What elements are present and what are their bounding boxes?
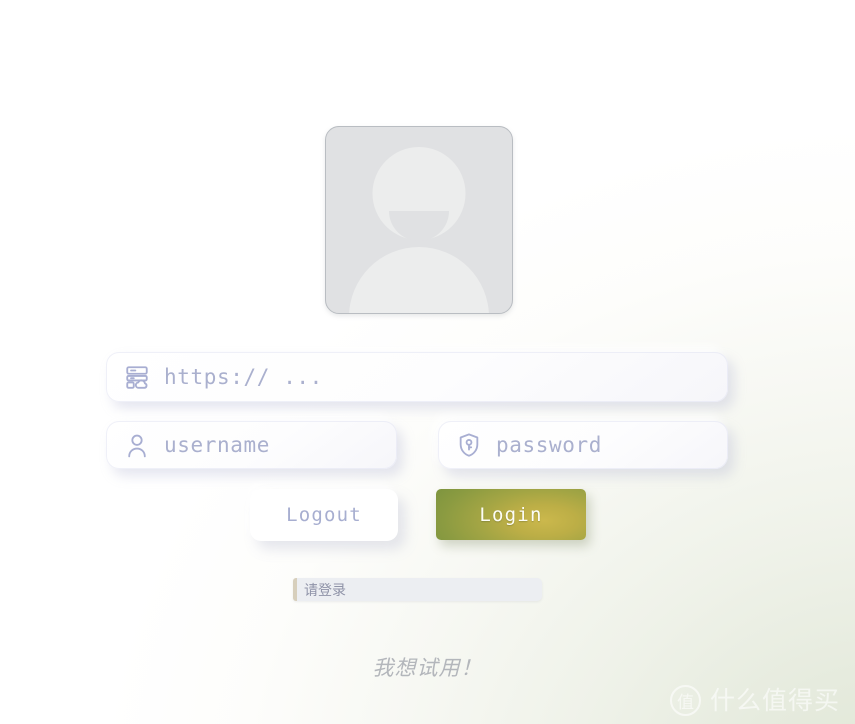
watermark: 值 什么值得买 [669,685,840,716]
avatar-frame [325,126,513,314]
password-value: password [496,433,602,457]
status-message-box: 请登录 [293,578,542,601]
status-message-text: 请登录 [304,582,346,599]
user-icon [128,434,146,458]
watermark-label: 什么值得买 [709,686,840,715]
login-button[interactable]: Login [436,489,586,540]
username-value: username [164,433,270,457]
avatar-body-shape [349,247,489,313]
shield-key-icon [459,433,479,457]
avatar-smile-shape [389,211,449,241]
login-page: https:// ... username password Logout Lo… [0,0,855,724]
tagline-text: 我想试用！ [372,656,483,680]
avatar[interactable] [325,126,513,314]
server-cloud-icon [126,366,148,389]
password-input[interactable]: password [438,421,728,469]
server-url-value: https:// ... [164,365,323,389]
server-url-input[interactable]: https:// ... [106,352,728,402]
logout-button[interactable]: Logout [250,489,398,541]
username-input[interactable]: username [106,421,397,469]
watermark-badge-icon: 值 [669,685,701,716]
